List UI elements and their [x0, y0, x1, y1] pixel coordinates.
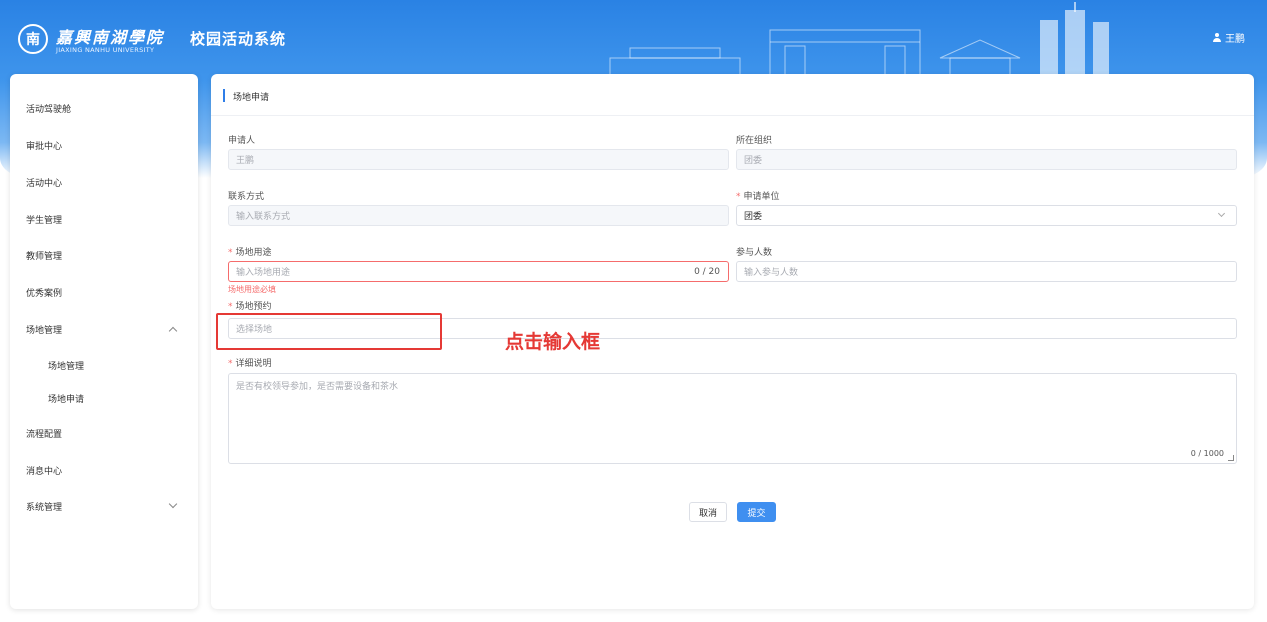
sidebar-item-cases[interactable]: 优秀案例 — [26, 282, 186, 302]
title-accent-bar — [223, 89, 225, 102]
sidebar-item-approval[interactable]: 审批中心 — [26, 135, 186, 155]
panel-header: 场地申请 — [211, 74, 1254, 116]
sidebar-item-label: 活动驾驶舱 — [26, 104, 72, 115]
participants-label: 参与人数 — [736, 248, 773, 258]
org-label: 所在组织 — [736, 136, 773, 146]
sidebar-item-venue-group[interactable]: 场地管理 — [26, 319, 186, 339]
sidebar-item-teachers[interactable]: 教师管理 — [26, 245, 186, 265]
sidebar-item-label: 场地管理 — [26, 325, 63, 336]
unit-label: * 申请单位 — [736, 192, 780, 202]
details-label-text: 详细说明 — [235, 359, 272, 369]
purpose-error-message: 场地用途必填 — [228, 285, 276, 294]
user-name: 王鹏 — [1225, 34, 1245, 45]
details-textarea[interactable]: 是否有校领导参加，是否需要设备和茶水 0 / 1000 — [228, 373, 1237, 464]
resize-handle-icon[interactable] — [1228, 455, 1234, 461]
contact-field: 输入联系方式 — [228, 205, 729, 226]
details-char-count: 0 / 1000 — [1190, 449, 1224, 458]
details-label: * 详细说明 — [228, 359, 272, 369]
venue-label-text: 场地预约 — [235, 302, 272, 312]
sidebar-item-label: 消息中心 — [26, 466, 63, 477]
unit-select[interactable]: 团委 — [736, 205, 1237, 226]
sidebar-item-students[interactable]: 学生管理 — [26, 209, 186, 229]
sidebar-item-label: 活动中心 — [26, 178, 63, 189]
venue-label: * 场地预约 — [228, 302, 272, 312]
sidebar-item-workflow[interactable]: 流程配置 — [26, 423, 186, 443]
university-seal-logo: 南 — [18, 24, 48, 54]
annotation-label: 点击输入框 — [505, 331, 601, 353]
purpose-label: * 场地用途 — [228, 248, 272, 258]
sidebar-item-label: 系统管理 — [26, 502, 63, 513]
university-name-cn: 嘉興南湖學院 — [56, 28, 165, 47]
app-title: 校园活动系统 — [190, 30, 287, 48]
org-field: 团委 — [736, 149, 1237, 170]
unit-value: 团委 — [744, 212, 763, 222]
chevron-down-icon — [168, 499, 178, 509]
sidebar-item-label: 教师管理 — [26, 251, 63, 262]
contact-placeholder: 输入联系方式 — [236, 212, 291, 222]
details-placeholder: 是否有校领导参加，是否需要设备和茶水 — [236, 382, 399, 392]
sidebar-item-activity[interactable]: 活动中心 — [26, 172, 186, 192]
applicant-label: 申请人 — [228, 136, 256, 146]
org-value: 团委 — [744, 156, 763, 166]
unit-label-text: 申请单位 — [743, 192, 780, 202]
chevron-down-icon — [1217, 209, 1226, 218]
sidebar-item-dashboard[interactable]: 活动驾驶舱 — [26, 98, 186, 118]
sidebar-item-label: 场地管理 — [48, 361, 85, 372]
sidebar-item-label: 优秀案例 — [26, 288, 63, 299]
purpose-placeholder: 输入场地用途 — [236, 268, 291, 278]
purpose-label-text: 场地用途 — [235, 248, 272, 258]
participants-placeholder: 输入参与人数 — [744, 268, 799, 278]
cancel-button[interactable]: 取消 — [689, 502, 727, 522]
sidebar-item-label: 学生管理 — [26, 215, 63, 226]
applicant-value: 王鹏 — [236, 156, 255, 166]
purpose-char-count: 0 / 20 — [694, 266, 720, 277]
user-icon — [1212, 33, 1221, 42]
sidebar-item-label: 审批中心 — [26, 141, 63, 152]
chevron-up-icon — [168, 326, 178, 336]
sidebar-item-venue-apply[interactable]: 场地申请 — [48, 388, 186, 408]
sidebar-item-label: 场地申请 — [48, 394, 85, 405]
submit-button[interactable]: 提交 — [737, 502, 776, 522]
top-header: 南 嘉興南湖學院 JIAXING NANHU UNIVERSITY 校园活动系统… — [0, 0, 1267, 76]
page-title: 场地申请 — [233, 93, 270, 103]
sidebar-nav: 活动驾驶舱 审批中心 活动中心 学生管理 教师管理 优秀案例 场地管理 场地管理… — [10, 74, 198, 609]
user-menu[interactable]: 王鹏 — [1212, 30, 1245, 45]
applicant-field: 王鹏 — [228, 149, 729, 170]
sidebar-item-venue-manage[interactable]: 场地管理 — [48, 355, 186, 375]
university-name-en: JIAXING NANHU UNIVERSITY — [56, 46, 155, 54]
sidebar-item-system[interactable]: 系统管理 — [26, 496, 186, 516]
campus-buildings-illustration — [609, 2, 1109, 76]
sidebar-item-label: 流程配置 — [26, 429, 63, 440]
contact-label: 联系方式 — [228, 192, 265, 202]
purpose-input[interactable]: 输入场地用途 0 / 20 — [228, 261, 729, 282]
click-highlight-box — [216, 313, 442, 350]
participants-input[interactable]: 输入参与人数 — [736, 261, 1237, 282]
sidebar-item-messages[interactable]: 消息中心 — [26, 460, 186, 480]
